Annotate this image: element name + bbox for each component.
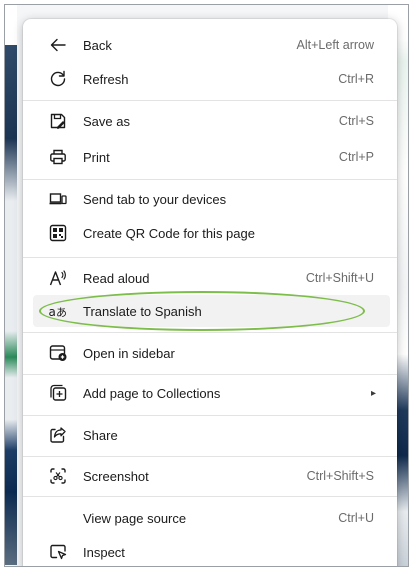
menu-item-label: Back — [83, 37, 112, 53]
screenshot-icon — [47, 465, 69, 487]
menu-item-save-as[interactable]: Save as Ctrl+S — [33, 105, 390, 137]
menu-item-share[interactable]: Share — [33, 419, 390, 451]
shortcut-text: Ctrl+R — [338, 72, 374, 86]
menu-item-label: Inspect — [83, 544, 125, 560]
menu-item-label: Refresh — [83, 71, 129, 87]
shortcut-text: Ctrl+Shift+S — [306, 469, 374, 483]
menu-separator — [23, 456, 397, 457]
menu-item-label: Print — [83, 149, 110, 165]
menu-item-back[interactable]: Back Alt+Left arrow — [33, 29, 390, 61]
shortcut-text: Ctrl+P — [338, 150, 374, 164]
menu-item-screenshot[interactable]: Screenshot Ctrl+Shift+S — [33, 460, 390, 492]
menu-item-label: Add page to Collections — [83, 385, 221, 401]
shortcut-text: Ctrl+Shift+U — [305, 271, 374, 285]
menu-item-open-in-sidebar[interactable]: Open in sidebar — [33, 337, 390, 369]
menu-item-label: Translate to Spanish — [83, 303, 202, 319]
background-page-left-top — [5, 5, 17, 45]
menu-separator — [23, 374, 397, 375]
sidebar-icon — [47, 342, 69, 364]
menu-item-send-tab[interactable]: Send tab to your devices — [33, 183, 390, 215]
back-arrow-icon — [47, 34, 69, 56]
shortcut-text: Alt+Left arrow — [296, 38, 374, 52]
menu-separator — [23, 496, 397, 497]
menu-item-label: Create QR Code for this page — [83, 225, 255, 241]
menu-item-label: Open in sidebar — [83, 345, 175, 361]
background-page-left — [5, 45, 17, 565]
menu-item-refresh[interactable]: Refresh Ctrl+R — [33, 63, 390, 95]
svg-text:あ: あ — [56, 306, 67, 319]
menu-item-view-page-source[interactable]: View page source Ctrl+U — [33, 502, 390, 534]
inspect-icon — [47, 541, 69, 563]
devices-icon — [47, 188, 69, 210]
refresh-icon — [47, 68, 69, 90]
context-menu: Back Alt+Left arrow Refresh Ctrl+R Save … — [23, 19, 397, 566]
menu-item-add-to-collections[interactable]: Add page to Collections ▸ — [33, 377, 390, 409]
screenshot-frame: Back Alt+Left arrow Refresh Ctrl+R Save … — [4, 4, 409, 567]
shortcut-text: Ctrl+U — [338, 511, 374, 525]
menu-item-translate[interactable]: aあ Translate to Spanish — [33, 295, 390, 327]
shortcut-text: Ctrl+S — [338, 114, 374, 128]
collections-icon — [47, 382, 69, 404]
menu-item-label: Screenshot — [83, 468, 149, 484]
menu-item-label: Send tab to your devices — [83, 191, 227, 207]
menu-item-label: Save as — [83, 113, 130, 129]
print-icon — [47, 146, 69, 168]
menu-item-label: Read aloud — [83, 270, 150, 286]
menu-separator — [23, 257, 397, 258]
menu-item-inspect[interactable]: Inspect — [33, 536, 390, 566]
menu-item-print[interactable]: Print Ctrl+P — [33, 141, 390, 173]
share-icon — [47, 424, 69, 446]
qr-code-icon — [47, 222, 69, 244]
menu-separator — [23, 100, 397, 101]
menu-separator — [23, 415, 397, 416]
menu-item-read-aloud[interactable]: Read aloud Ctrl+Shift+U — [33, 262, 390, 294]
submenu-arrow-icon: ▸ — [370, 387, 376, 399]
svg-text:a: a — [49, 305, 56, 319]
save-icon — [47, 110, 69, 132]
read-aloud-icon — [47, 267, 69, 289]
menu-separator — [23, 179, 397, 180]
translate-icon: aあ — [47, 300, 69, 322]
menu-separator — [23, 332, 397, 333]
menu-item-label: View page source — [83, 510, 187, 526]
menu-item-label: Share — [83, 427, 118, 443]
menu-item-qr-code[interactable]: Create QR Code for this page — [33, 217, 390, 249]
